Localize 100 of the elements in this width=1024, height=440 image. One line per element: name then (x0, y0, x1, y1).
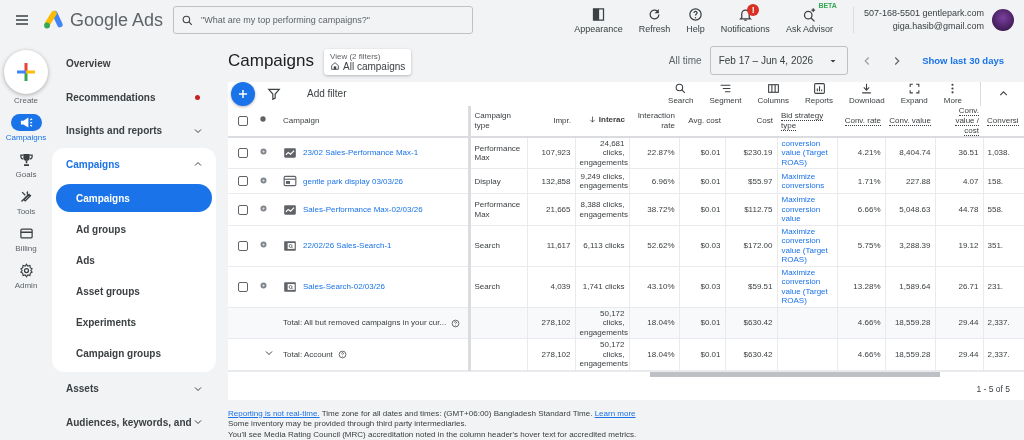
campaign-link[interactable]: 23/02 Sales-Performance Max-1 (303, 148, 419, 158)
trend-chart-icon (283, 202, 297, 217)
column-header[interactable]: Bid strategy type (777, 105, 837, 137)
table-cell: 18,559.28 (885, 338, 935, 371)
nav-item[interactable]: Audiences, keywords, and (52, 405, 216, 439)
column-header[interactable]: Campaign (279, 105, 469, 137)
pagination-label: 1 - 5 of 5 (228, 370, 1024, 400)
table-cell: 38.72% (629, 193, 679, 226)
nav-subitem[interactable]: Experiments (56, 308, 212, 336)
download-button[interactable]: Download (841, 82, 893, 106)
nav-subitem[interactable]: Campaign groups (56, 339, 212, 367)
column-header[interactable]: Avg. cost (679, 105, 725, 137)
column-header[interactable]: Cost (725, 105, 777, 137)
bid-strategy-link[interactable]: Maximize conversion value (781, 195, 833, 224)
view-selector[interactable]: View (2 filters) All campaigns (324, 48, 412, 75)
help-icon[interactable] (337, 350, 347, 360)
horizontal-scrollbar[interactable] (650, 371, 940, 377)
column-header[interactable]: Conv. value (885, 105, 935, 137)
nav-item[interactable]: Assets (52, 372, 216, 406)
expand-button[interactable]: Expand (892, 82, 936, 106)
reports-button[interactable]: Reports (797, 82, 842, 106)
table-cell: $0.01 (679, 338, 725, 371)
nav-item[interactable]: Overview (52, 47, 216, 81)
column-header[interactable]: Interac (575, 105, 629, 137)
bid-strategy-link[interactable]: Maximize conversions (781, 171, 833, 191)
checkbox[interactable] (238, 204, 248, 215)
checkbox[interactable] (238, 148, 248, 159)
rail-item[interactable]: Create (4, 50, 48, 105)
segment-button[interactable]: Segment (701, 82, 750, 106)
refresh-button[interactable]: Refresh (632, 6, 677, 34)
table-cell: 26.71 (935, 266, 983, 308)
table-cell: 19.12 (935, 225, 983, 267)
rail-item[interactable]: Admin (10, 262, 42, 290)
column-header[interactable]: Conv. value / cost (935, 105, 983, 137)
status-icon (259, 281, 268, 291)
nav-item[interactable]: Campaigns (52, 147, 216, 181)
table-cell: 132,858 (527, 168, 575, 194)
search-icon (181, 14, 195, 27)
footer-link[interactable]: Reporting is not real-time. (228, 408, 320, 418)
filter-icon[interactable] (267, 86, 281, 101)
column-header[interactable]: Impr. (527, 105, 575, 137)
rail-item[interactable]: Tools (10, 188, 42, 216)
show-last-30-days-link[interactable]: Show last 30 days (922, 55, 1004, 67)
nav-subitem[interactable]: Asset groups (56, 277, 212, 305)
logo-icon (42, 9, 64, 31)
add-button[interactable] (231, 81, 255, 106)
bid-strategy-link[interactable]: Maximize conversion value (Target ROAS) (781, 226, 833, 265)
campaign-link[interactable]: Sales-Search-02/03/26 (303, 282, 385, 292)
table-cell: $55.97 (725, 168, 777, 194)
avatar[interactable] (992, 9, 1014, 31)
rail-item[interactable]: Billing (10, 225, 42, 253)
menu-icon[interactable] (14, 12, 30, 28)
checkbox[interactable] (238, 115, 248, 126)
help-button[interactable]: Help (680, 6, 711, 34)
table-cell: $0.03 (679, 266, 725, 308)
checkbox[interactable] (238, 281, 248, 292)
search-field[interactable]: "What are my top performing campaigns?" (173, 6, 474, 34)
rail-item[interactable]: Campaigns (5, 114, 47, 142)
notifications-button[interactable]: ! Notifications (714, 6, 776, 34)
checkbox[interactable] (238, 176, 248, 187)
table-cell: 11,617 (527, 225, 575, 267)
nav-subitem[interactable]: Ad groups (56, 215, 212, 243)
campaign-link[interactable]: gentle park display 03/03/26 (303, 176, 404, 187)
table-cell: $630.42 (725, 307, 777, 339)
columns-button[interactable]: Columns (749, 82, 798, 106)
table-cell: 29.44 (935, 307, 983, 339)
table-cell: 6.66% (837, 193, 885, 226)
campaign-link[interactable]: Sales-Performance Max-02/03/26 (303, 204, 423, 215)
campaign-link[interactable]: 22/02/26 Sales-Search-1 (303, 241, 392, 251)
nav-subitem[interactable]: Campaigns (56, 184, 212, 212)
appearance-button[interactable]: Appearance (568, 6, 629, 34)
column-header[interactable]: Campaign type (469, 105, 527, 137)
table-cell: $0.01 (679, 136, 725, 169)
help-icon[interactable] (451, 318, 461, 328)
add-filter-button[interactable]: Add filter (307, 88, 347, 100)
plus-icon (4, 50, 48, 94)
table-cell: 29.44 (935, 338, 983, 371)
search-button[interactable]: Search (660, 82, 702, 106)
table-cell: 278,102 (527, 307, 575, 339)
nav-subitem[interactable]: Ads (56, 246, 212, 274)
column-header[interactable]: Conv. rate (837, 105, 885, 137)
notification-badge: ! (747, 3, 760, 16)
bid-strategy-link[interactable]: conversion value (Target ROAS) (781, 138, 833, 168)
column-header[interactable]: Conversi (983, 105, 1024, 137)
nav-item[interactable]: Recommendations (52, 80, 216, 114)
chart-icon (812, 82, 826, 96)
more-button[interactable]: More (935, 82, 970, 106)
rail-item[interactable]: Goals (10, 151, 42, 179)
checkbox[interactable] (238, 240, 248, 251)
column-header[interactable]: Interaction rate (629, 105, 679, 137)
status-dot-icon (259, 115, 267, 124)
account-name: 507-168-5501 gentlepark.com (863, 7, 984, 20)
footer-link[interactable]: Learn more (594, 408, 636, 418)
help-icon (688, 6, 704, 22)
nav-item[interactable]: Insights and reports (52, 114, 216, 148)
date-picker[interactable]: Feb 17 – Jun 4, 2026 (709, 46, 849, 76)
search-icon (674, 82, 688, 96)
table-cell: 8,388 clicks, engagements (575, 193, 629, 226)
table-cell: $0.01 (679, 168, 725, 194)
bid-strategy-link[interactable]: Maximize conversion value (Target ROAS) (781, 267, 833, 306)
